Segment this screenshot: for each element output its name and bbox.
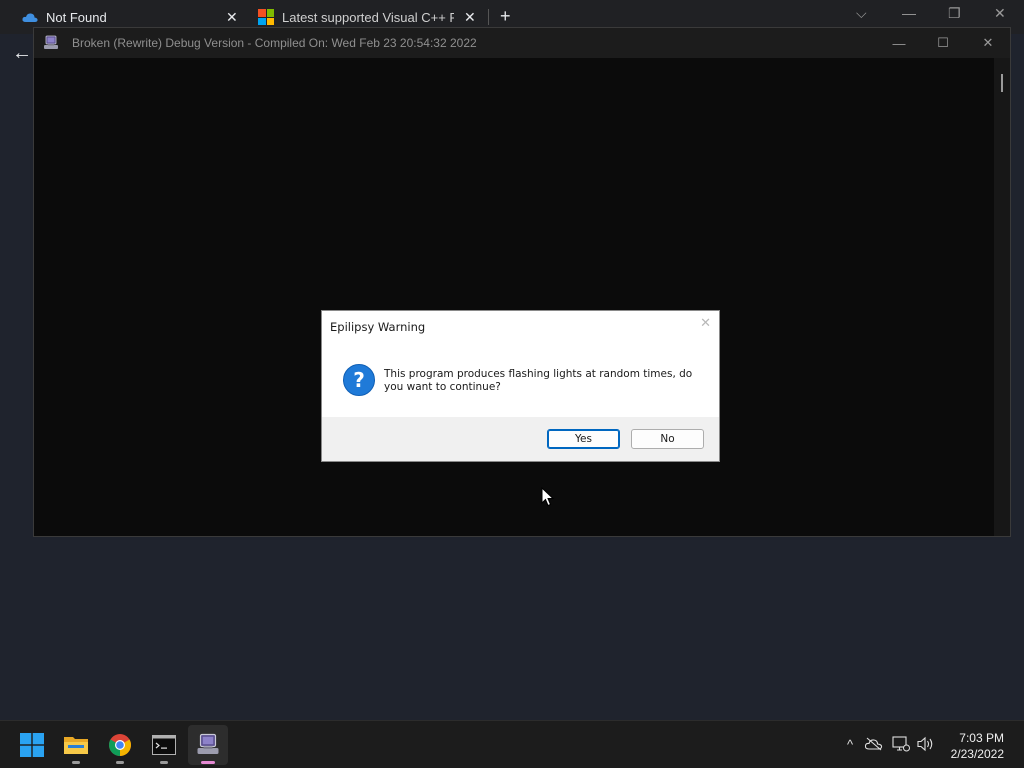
app-scrollbar[interactable]	[994, 58, 1010, 536]
dialog-button-bar: Yes No	[322, 417, 719, 461]
browser-minimize-button[interactable]: —	[902, 5, 916, 21]
tab-divider	[488, 9, 489, 25]
app-titlebar[interactable]: Broken (Rewrite) Debug Version - Compile…	[34, 28, 1010, 58]
tray-chevron-icon[interactable]: ^	[841, 735, 859, 753]
start-button[interactable]	[12, 725, 52, 765]
onedrive-offline-icon[interactable]	[865, 735, 883, 753]
dialog-title: Epilipsy Warning	[330, 320, 426, 334]
epilepsy-warning-dialog: Epilipsy Warning ✕ ? This program produc…	[321, 310, 720, 462]
app-close-button[interactable]: ✕	[965, 28, 1011, 58]
new-tab-button[interactable]: +	[500, 6, 511, 27]
browser-close-button[interactable]: ✕	[994, 5, 1006, 22]
no-button[interactable]: No	[631, 429, 704, 449]
taskbar-file-explorer[interactable]	[56, 725, 96, 765]
microsoft-logo-icon	[258, 9, 274, 25]
app-window-title: Broken (Rewrite) Debug Version - Compile…	[72, 36, 477, 50]
windows-start-icon	[20, 733, 44, 757]
question-icon: ?	[343, 364, 375, 396]
dialog-message: This program produces flashing lights at…	[384, 368, 693, 393]
tab-search-icon[interactable]: ⌵	[856, 5, 867, 22]
mouse-cursor-icon	[541, 487, 555, 507]
taskbar-broken-app[interactable]	[188, 725, 228, 765]
taskbar-terminal[interactable]	[144, 725, 184, 765]
computer-app-icon	[44, 35, 58, 49]
volume-icon[interactable]	[917, 735, 935, 753]
running-indicator	[116, 761, 124, 764]
scrollbar-thumb[interactable]	[1001, 74, 1003, 92]
tab-label: Latest supported Visual C++ Red	[282, 9, 454, 25]
terminal-icon	[152, 735, 176, 755]
taskbar: ^ 7:03 PM 2/23/2022	[0, 720, 1024, 768]
app-canvas[interactable]	[34, 58, 994, 536]
network-icon[interactable]	[892, 735, 910, 753]
yes-button[interactable]: Yes	[547, 429, 620, 449]
taskbar-chrome[interactable]	[100, 725, 140, 765]
clock-time: 7:03 PM	[959, 731, 1004, 745]
active-indicator	[201, 761, 215, 764]
chrome-icon	[109, 734, 131, 756]
cloud-icon	[22, 12, 38, 22]
running-indicator	[72, 761, 80, 764]
tab-label: Not Found	[46, 9, 107, 25]
computer-app-icon	[197, 733, 219, 754]
close-tab-icon[interactable]: ✕	[226, 9, 238, 26]
back-arrow-icon[interactable]: ←	[12, 42, 32, 65]
dialog-close-icon[interactable]: ✕	[700, 316, 711, 331]
running-indicator	[160, 761, 168, 764]
app-maximize-button[interactable]: ☐	[920, 28, 966, 58]
browser-restore-button[interactable]: ❐	[948, 5, 961, 22]
close-tab-icon[interactable]: ✕	[464, 9, 476, 26]
app-minimize-button[interactable]: —	[876, 28, 922, 58]
clock-date: 2/23/2022	[950, 747, 1004, 761]
taskbar-clock[interactable]: 7:03 PM 2/23/2022	[951, 730, 1004, 762]
folder-icon	[64, 737, 88, 754]
